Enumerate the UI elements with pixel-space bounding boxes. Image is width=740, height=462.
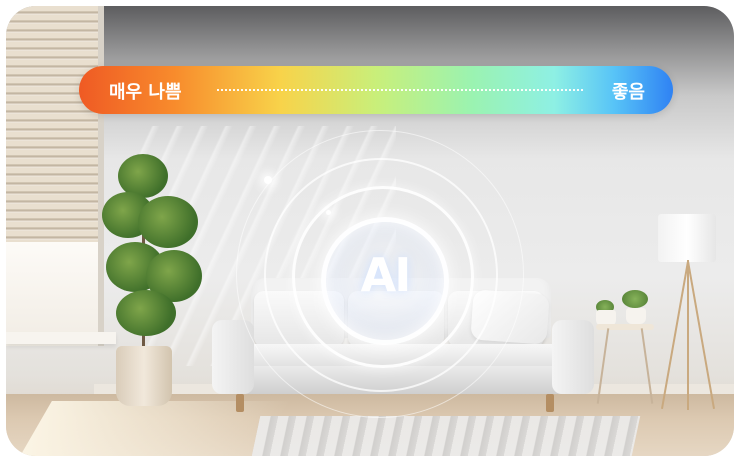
side-table-top	[596, 324, 654, 330]
floor-lamp-leg	[687, 260, 689, 410]
bar-dotted-line	[217, 89, 583, 91]
plant-leaves	[138, 196, 198, 248]
plant-pot	[116, 346, 172, 406]
window-blinds	[6, 6, 98, 242]
window-sill	[6, 332, 116, 344]
sofa-leg	[236, 394, 244, 412]
floor-lamp-shade	[658, 214, 716, 262]
window	[6, 6, 104, 346]
small-plant-pot	[626, 308, 646, 324]
air-quality-card: AI 매우 나쁨 좋음	[6, 6, 734, 456]
window-glass	[6, 242, 98, 346]
quality-label-good: 좋음	[611, 82, 645, 103]
quality-label-bad: 매우 나쁨	[109, 82, 182, 103]
air-quality-gradient-bar: 매우 나쁨 좋음	[79, 66, 673, 114]
small-plant-leaves	[622, 290, 648, 308]
window-frame	[98, 6, 104, 346]
striped-rug	[251, 416, 641, 456]
plant-leaves	[116, 290, 176, 336]
ai-label: AI	[360, 248, 412, 302]
sparkle-icon	[264, 176, 272, 184]
sunlight-patch	[20, 401, 292, 456]
sparkle-icon	[326, 210, 331, 215]
sofa-arm-right	[552, 320, 594, 394]
sofa-leg	[546, 394, 554, 412]
